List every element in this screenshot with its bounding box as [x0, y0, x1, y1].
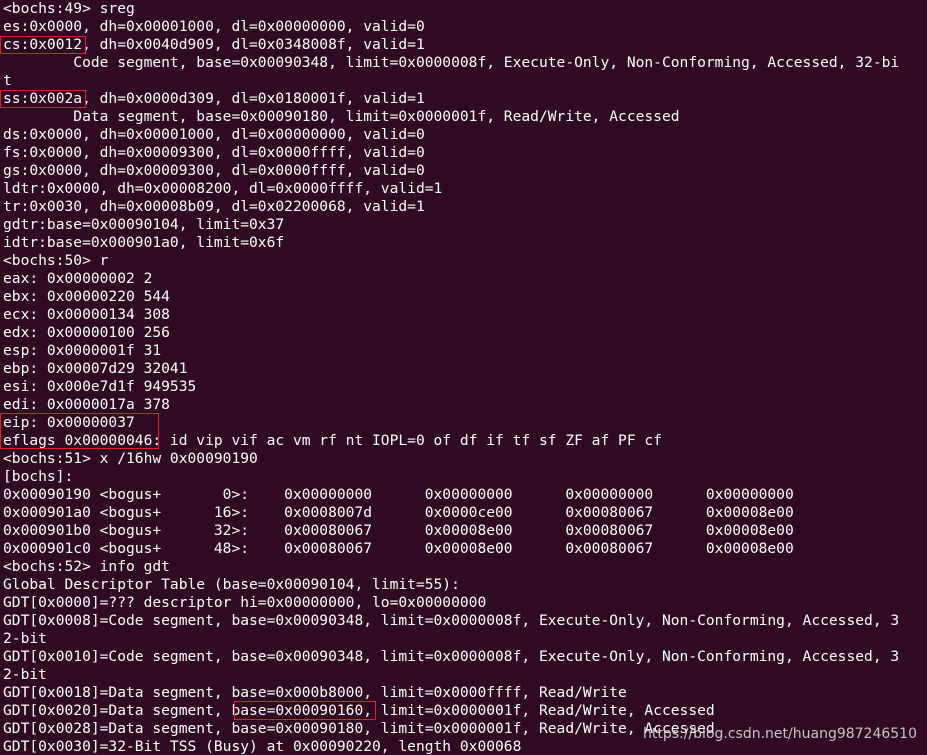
- terminal-line: edx: 0x00000100 256: [3, 324, 170, 341]
- terminal-line: esi: 0x000e7d1f 949535: [3, 378, 197, 395]
- terminal-line: ss:0x002a, dh=0x0000d309, dl=0x0180001f,…: [3, 90, 425, 107]
- watermark-text: https://blog.csdn.net/huang987246510: [642, 726, 917, 742]
- terminal-line: ldtr:0x0000, dh=0x00008200, dl=0x0000fff…: [3, 180, 443, 197]
- terminal-line: Data segment, base=0x00090180, limit=0x0…: [3, 108, 680, 125]
- terminal-line: edi: 0x0000017a 378: [3, 396, 170, 413]
- terminal-line: GDT[0x0000]=??? descriptor hi=0x00000000…: [3, 594, 487, 611]
- terminal-line: 0x000901c0 <bogus+ 48>: 0x00080067 0x000…: [3, 540, 794, 557]
- terminal-line: ecx: 0x00000134 308: [3, 306, 170, 323]
- terminal-line: GDT[0x0030]=32-Bit TSS (Busy) at 0x00090…: [3, 738, 522, 755]
- terminal-line: ebp: 0x00007d29 32041: [3, 360, 188, 377]
- terminal-line: tr:0x0030, dh=0x00008b09, dl=0x02200068,…: [3, 198, 425, 215]
- terminal-line: <bochs:52> info gdt: [3, 558, 170, 575]
- terminal-line: [bochs]:: [3, 468, 74, 485]
- terminal-line: ebx: 0x00000220 544: [3, 288, 170, 305]
- terminal-line: Global Descriptor Table (base=0x00090104…: [3, 576, 460, 593]
- terminal-line: eax: 0x00000002 2: [3, 270, 153, 287]
- terminal-line: gs:0x0000, dh=0x00009300, dl=0x0000ffff,…: [3, 162, 425, 179]
- terminal-line: eflags 0x00000046: id vip vif ac vm rf n…: [3, 432, 662, 449]
- terminal-line: ds:0x0000, dh=0x00001000, dl=0x00000000,…: [3, 126, 425, 143]
- terminal-line: fs:0x0000, dh=0x00009300, dl=0x0000ffff,…: [3, 144, 425, 161]
- terminal-line: es:0x0000, dh=0x00001000, dl=0x00000000,…: [3, 18, 425, 35]
- terminal-line: GDT[0x0028]=Data segment, base=0x0009018…: [3, 720, 715, 737]
- terminal-line: <bochs:50> r: [3, 252, 109, 269]
- terminal-line: esp: 0x0000001f 31: [3, 342, 162, 359]
- terminal-line: 2-bit: [3, 666, 47, 683]
- terminal-line: gdtr:base=0x00090104, limit=0x37: [3, 216, 285, 233]
- terminal-line: 0x00090190 <bogus+ 0>: 0x00000000 0x0000…: [3, 486, 794, 503]
- terminal-line: cs:0x0012, dh=0x0040d909, dl=0x0348008f,…: [3, 36, 425, 53]
- terminal-window[interactable]: <bochs:49> sreg es:0x0000, dh=0x00001000,…: [0, 0, 927, 755]
- terminal-line: 0x000901a0 <bogus+ 16>: 0x0008007d 0x000…: [3, 504, 794, 521]
- terminal-line: eip: 0x00000037: [3, 414, 135, 431]
- terminal-line: GDT[0x0008]=Code segment, base=0x0009034…: [3, 612, 900, 629]
- terminal-line: 0x000901b0 <bogus+ 32>: 0x00080067 0x000…: [3, 522, 794, 539]
- terminal-line: <bochs:51> x /16hw 0x00090190: [3, 450, 258, 467]
- terminal-line: GDT[0x0018]=Data segment, base=0x000b800…: [3, 684, 627, 701]
- terminal-line: 2-bit: [3, 630, 47, 647]
- terminal-line: idtr:base=0x000901a0, limit=0x6f: [3, 234, 285, 251]
- terminal-line: t: [3, 72, 12, 89]
- terminal-line: Code segment, base=0x00090348, limit=0x0…: [3, 54, 900, 71]
- terminal-line: <bochs:49> sreg: [3, 0, 135, 17]
- terminal-line: GDT[0x0010]=Code segment, base=0x0009034…: [3, 648, 900, 665]
- terminal-line: GDT[0x0020]=Data segment, base=0x0009016…: [3, 702, 715, 719]
